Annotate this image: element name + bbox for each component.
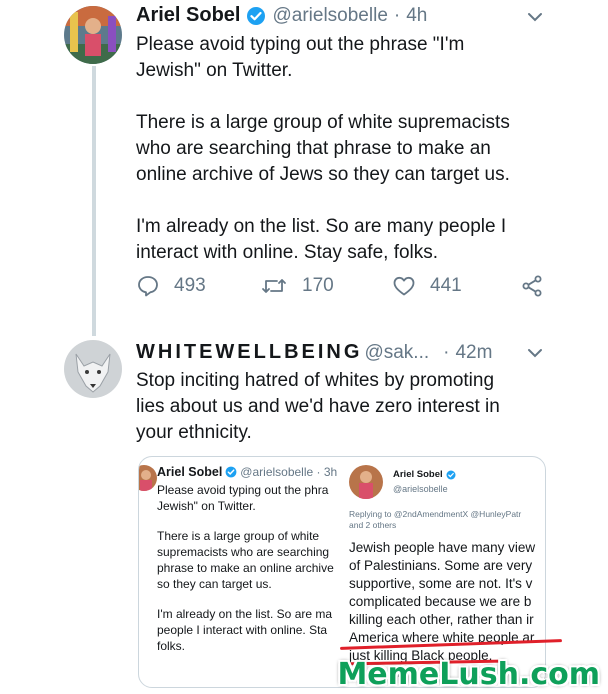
tweet1-paragraph: There is a large group of white supremac… [136, 112, 510, 185]
like-button[interactable]: 441 [392, 274, 462, 298]
chevron-down-icon[interactable] [524, 342, 546, 364]
chevron-down-icon[interactable] [524, 6, 546, 28]
quoted-right-handle: @arielsobelle [393, 484, 448, 494]
tweet2-header: WHITEWELLBEING @sak... · 42m [136, 341, 492, 364]
retweet-button[interactable]: 170 [260, 274, 334, 298]
thread-line [92, 66, 96, 336]
tweet1-handle[interactable]: @arielsobelle [272, 5, 387, 27]
tweet1-header: Ariel Sobel @arielsobelle · 4h [136, 4, 427, 27]
verified-icon [225, 466, 237, 478]
quoted-image[interactable]: Ariel Sobel @arielsobelle · 3h Please av… [138, 456, 546, 688]
quoted-left-line: Please avoid typing out the phra [157, 483, 329, 497]
quoted-left-header: Ariel Sobel @arielsobelle · 3h [157, 465, 337, 479]
quoted-right-header: Ariel Sobel @arielsobelle [393, 469, 456, 494]
heart-icon [393, 276, 415, 296]
verified-icon [247, 6, 266, 25]
tweet1-author-name[interactable]: Ariel Sobel [136, 4, 240, 27]
tweet1-actions: 493 170 441 [136, 274, 556, 302]
tweet1-text: Please avoid typing out the phrase "I'm … [136, 32, 576, 266]
tweet2-separator: · [443, 341, 450, 363]
quoted-left-paragraph: I'm already on the list. So are ma peopl… [157, 607, 333, 653]
share-icon [522, 275, 542, 297]
tweet2-time[interactable]: 42m [455, 342, 492, 364]
tweet1-time[interactable]: 4h [406, 5, 427, 27]
reply-button[interactable]: 493 [136, 274, 206, 298]
watermark: MemeLush.com [337, 657, 600, 692]
retweet-count: 170 [302, 275, 334, 296]
quoted-left-screenshot: Ariel Sobel @arielsobelle · 3h Please av… [139, 457, 343, 687]
tweet2-text: Stop inciting hatred of whites by promot… [136, 368, 576, 446]
quoted-right-name: Ariel Sobel [393, 469, 443, 480]
quoted-right-replying: Replying to @2ndAmendmentX @HunleyPatr a… [349, 509, 522, 530]
quoted-left-line: Jewish" on Twitter. [157, 499, 256, 513]
verified-icon [446, 470, 456, 479]
quoted-left-name: Ariel Sobel [157, 465, 223, 479]
share-button[interactable] [520, 274, 544, 298]
tweet1-paragraph: I'm already on the list. So are many peo… [136, 216, 507, 263]
avatar-whitewellbeing[interactable] [64, 340, 122, 398]
retweet-icon [262, 279, 286, 293]
quoted-left-handle: @arielsobelle · 3h [240, 465, 338, 479]
like-count: 441 [430, 275, 462, 296]
tweet2-paragraph: Stop inciting hatred of whites by promot… [136, 370, 500, 443]
tweet2-handle[interactable]: @sak... [364, 342, 429, 364]
quoted-left-paragraph: There is a large group of white supremac… [157, 529, 334, 591]
avatar-ariel[interactable] [64, 6, 122, 64]
tweet1-paragraph: Please avoid typing out the phrase "I'm … [136, 34, 465, 81]
reply-icon [138, 276, 158, 297]
quoted-left-text: Please avoid typing out the phra Jewish"… [157, 482, 334, 654]
quoted-left-avatar [139, 465, 157, 491]
quoted-right-avatar [349, 465, 383, 499]
reply-count: 493 [174, 275, 206, 296]
tweet1-separator: · [393, 4, 401, 26]
tweet2-author-name[interactable]: WHITEWELLBEING [136, 341, 362, 364]
